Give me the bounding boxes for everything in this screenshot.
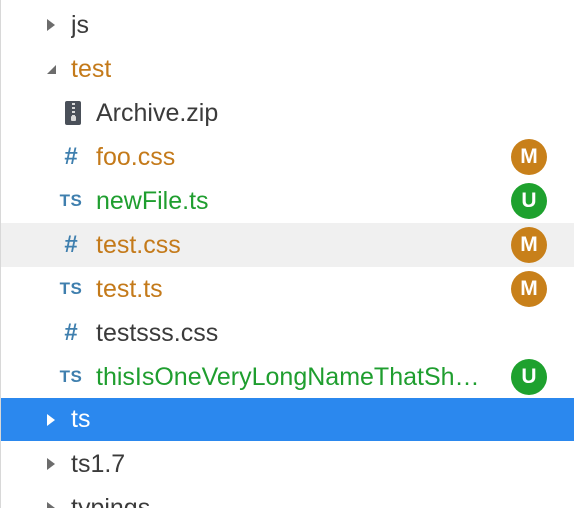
file-label: foo.css [96, 143, 176, 171]
git-modified-badge: M [511, 271, 547, 307]
file-row-archive-zip[interactable]: Archive.zip [1, 91, 574, 135]
zip-file-icon [58, 91, 88, 135]
folder-row-js[interactable]: js [1, 3, 574, 47]
file-row-test-css[interactable]: # test.css M [1, 223, 574, 267]
file-row-test-ts[interactable]: TS test.ts M [1, 267, 574, 311]
file-row-newfile-ts[interactable]: TS newFile.ts U [1, 179, 574, 223]
folder-label: ts1.7 [71, 450, 126, 478]
chevron-right-icon[interactable] [41, 454, 61, 474]
git-modified-badge: M [511, 227, 547, 263]
file-explorer-tree: js test Archive.zip # foo.css M TS newFi… [0, 0, 574, 508]
css-hash-icon: # [64, 143, 78, 170]
css-hash-icon: # [64, 231, 78, 258]
css-hash-icon: # [64, 319, 78, 346]
folder-row-ts1-7[interactable]: ts1.7 [1, 442, 574, 486]
chevron-right-icon[interactable] [41, 15, 61, 35]
folder-row-test[interactable]: test [1, 47, 574, 91]
file-label: newFile.ts [96, 187, 209, 215]
git-untracked-badge: U [511, 359, 547, 395]
typescript-icon: TS [59, 367, 83, 386]
chevron-right-icon[interactable] [41, 498, 61, 508]
folder-label: ts [71, 405, 91, 433]
file-label: thisIsOneVeryLongNameThatSh… [96, 363, 480, 391]
chevron-down-icon[interactable] [41, 59, 61, 79]
file-label: test.ts [96, 275, 163, 303]
file-row-testsss-css[interactable]: # testsss.css [1, 311, 574, 355]
file-label: Archive.zip [96, 99, 219, 127]
folder-label: js [71, 11, 90, 39]
file-row-long-name-ts[interactable]: TS thisIsOneVeryLongNameThatSh… U [1, 355, 574, 399]
folder-label: test [71, 55, 112, 83]
folder-label: typings [71, 494, 151, 508]
folder-row-ts[interactable]: ts [1, 398, 574, 441]
file-row-foo-css[interactable]: # foo.css M [1, 135, 574, 179]
file-label: testsss.css [96, 319, 219, 347]
typescript-icon: TS [59, 279, 83, 298]
git-modified-badge: M [511, 139, 547, 175]
chevron-right-icon[interactable] [41, 410, 61, 430]
typescript-icon: TS [59, 191, 83, 210]
git-untracked-badge: U [511, 183, 547, 219]
folder-row-typings[interactable]: typings [1, 486, 574, 508]
file-label: test.css [96, 231, 181, 259]
